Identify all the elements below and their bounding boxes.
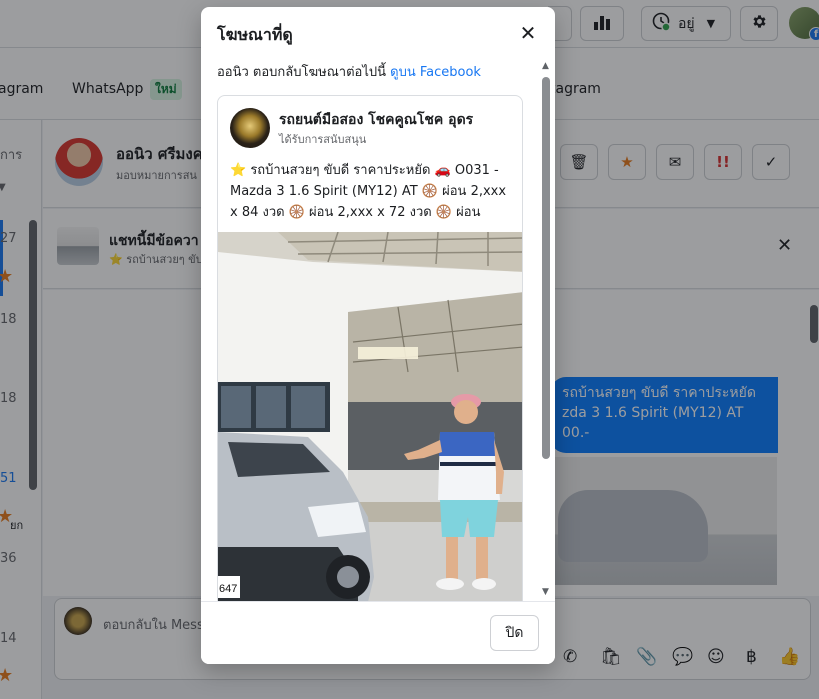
scroll-up-icon[interactable]: ▲: [542, 61, 549, 71]
ad-text: ⭐ รถบ้านสวยๆ ขับดี ราคาประหยัด 🚗 O031 - …: [230, 163, 507, 220]
sponsored-label: ได้รับการสนับสนุน: [279, 133, 367, 146]
page-logo: [230, 108, 270, 148]
dialog-scrollbar[interactable]: ▲ ▼: [539, 57, 553, 601]
dialog-footer: ปิด: [201, 601, 555, 664]
ad-preview-card: รถยนต์มือสอง โชคคูณโชค อุดร ได้รับการสนั…: [217, 95, 523, 601]
ad-media[interactable]: 647: [218, 232, 522, 601]
close-icon[interactable]: ✕: [517, 23, 539, 45]
intro-text: ออนิว ตอบกลับโฆษณาต่อไปนี้ ดูบน Facebook: [217, 61, 481, 82]
dialog-body: ออนิว ตอบกลับโฆษณาต่อไปนี้ ดูบน Facebook…: [201, 57, 555, 601]
view-on-facebook-link[interactable]: ดูบน Facebook: [390, 65, 481, 80]
scroll-down-icon[interactable]: ▼: [542, 587, 549, 597]
ad-photo: 647: [218, 232, 522, 601]
scrollbar-thumb[interactable]: [542, 77, 550, 459]
intro-label: ออนิว ตอบกลับโฆษณาต่อไปนี้: [217, 65, 387, 80]
dialog-title: โฆษณาที่ดู: [217, 25, 293, 44]
license-plate: 647: [219, 583, 237, 595]
close-button[interactable]: ปิด: [490, 615, 539, 651]
viewed-ad-dialog: โฆษณาที่ดู ✕ ออนิว ตอบกลับโฆษณาต่อไปนี้ …: [201, 7, 555, 664]
page-name: รถยนต์มือสอง โชคคูณโชค อุดร: [279, 112, 474, 128]
